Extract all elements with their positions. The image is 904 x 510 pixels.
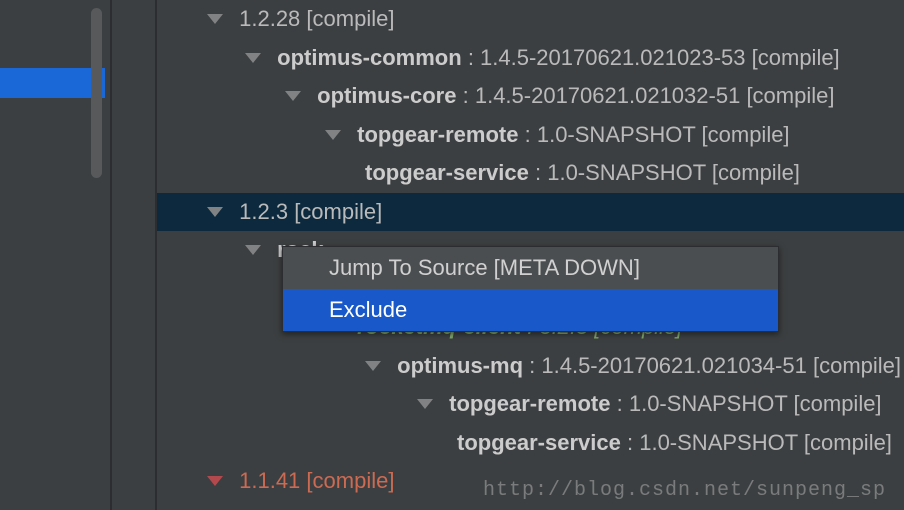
menu-item-label: Exclude — [329, 297, 407, 322]
node-artifact: topgear-remote — [449, 391, 610, 416]
chevron-down-icon[interactable] — [285, 91, 301, 101]
tree-node[interactable]: topgear-remote : 1.0-SNAPSHOT [compile] — [157, 385, 904, 424]
tree-node[interactable]: topgear-service : 1.0-SNAPSHOT [compile] — [157, 424, 904, 463]
node-artifact: topgear-service — [457, 430, 621, 455]
chevron-down-icon[interactable] — [365, 361, 381, 371]
node-artifact: optimus-mq — [397, 353, 523, 378]
chevron-down-icon[interactable] — [245, 245, 261, 255]
left-selection-highlight — [0, 68, 105, 98]
node-scope: [compile] — [306, 468, 394, 493]
chevron-down-icon[interactable] — [325, 130, 341, 140]
node-artifact: optimus-common — [277, 45, 462, 70]
left-panel[interactable] — [0, 0, 112, 510]
tree-node[interactable]: 1.2.28 [compile] — [157, 0, 904, 39]
node-scope: [compile] — [804, 430, 892, 455]
chevron-down-icon[interactable] — [245, 53, 261, 63]
node-scope: [compile] — [712, 160, 800, 185]
tree-node[interactable]: topgear-remote : 1.0-SNAPSHOT [compile] — [157, 116, 904, 155]
node-version: 1.2.28 — [239, 6, 300, 31]
menu-item-exclude[interactable]: Exclude — [283, 289, 778, 331]
node-version: 1.0-SNAPSHOT — [537, 122, 696, 147]
tree-node[interactable]: optimus-common : 1.4.5-20170621.021023-5… — [157, 39, 904, 78]
chevron-down-icon[interactable] — [207, 207, 223, 217]
node-version: 1.0-SNAPSHOT — [639, 430, 798, 455]
node-scope: [compile] — [702, 122, 790, 147]
menu-item-label: Jump To Source [META DOWN] — [329, 255, 640, 280]
chevron-down-icon[interactable] — [207, 476, 223, 486]
node-scope: [compile] — [752, 45, 840, 70]
tree-node[interactable]: optimus-core : 1.4.5-20170621.021032-51 … — [157, 77, 904, 116]
node-artifact: optimus-core — [317, 83, 456, 108]
node-scope: [compile] — [294, 199, 382, 224]
node-artifact: topgear-remote — [357, 122, 518, 147]
context-menu[interactable]: Jump To Source [META DOWN] Exclude — [282, 246, 779, 332]
chevron-down-icon[interactable] — [207, 14, 223, 24]
node-scope: [compile] — [813, 353, 901, 378]
node-version: 1.4.5-20170621.021034-51 — [541, 353, 806, 378]
node-version: 1.4.5-20170621.021032-51 — [475, 83, 740, 108]
node-version: 1.0-SNAPSHOT — [547, 160, 706, 185]
chevron-down-icon[interactable] — [417, 399, 433, 409]
node-scope: [compile] — [794, 391, 882, 416]
watermark-text: http://blog.csdn.net/sunpeng_sp — [483, 479, 886, 502]
node-artifact: topgear-service — [365, 160, 529, 185]
node-version: 1.4.5-20170621.021023-53 — [480, 45, 745, 70]
node-version: 1.2.3 — [239, 199, 288, 224]
scrollbar-thumb[interactable] — [91, 8, 102, 178]
tree-node[interactable]: optimus-mq : 1.4.5-20170621.021034-51 [c… — [157, 347, 904, 386]
node-scope: [compile] — [746, 83, 834, 108]
node-version: 1.0-SNAPSHOT — [629, 391, 788, 416]
node-version: 1.1.41 — [239, 468, 300, 493]
tree-node-selected[interactable]: 1.2.3 [compile] — [157, 193, 904, 232]
tree-node[interactable]: topgear-service : 1.0-SNAPSHOT [compile] — [157, 154, 904, 193]
menu-item-jump-to-source[interactable]: Jump To Source [META DOWN] — [283, 247, 778, 289]
node-scope: [compile] — [306, 6, 394, 31]
